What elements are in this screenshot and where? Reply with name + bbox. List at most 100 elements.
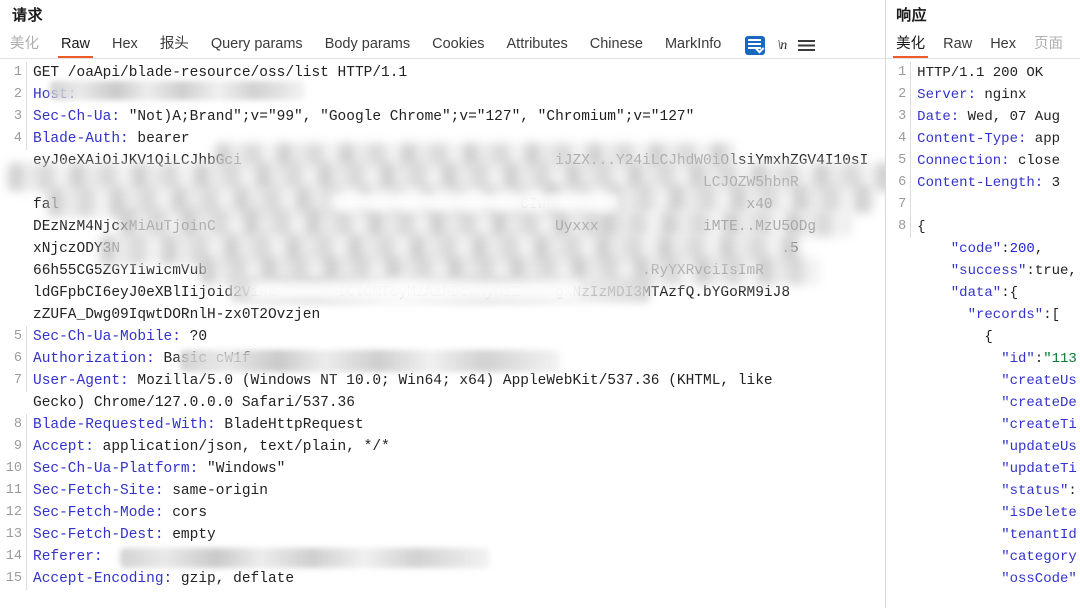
json-line: "category bbox=[886, 546, 1080, 568]
request-tabbar: 美化 Raw Hex 报头 Query params Body params C… bbox=[0, 30, 886, 59]
line-content: Server: nginx bbox=[917, 87, 1027, 103]
code-line: 2 Server: nginx bbox=[886, 84, 1080, 106]
line-content: "code":200, bbox=[950, 241, 1044, 257]
line-content: fal CIwM x40 bbox=[33, 197, 773, 213]
response-json-body: "code":200, "success":true, "data":{ "re… bbox=[886, 238, 1080, 590]
code-line: 3 Sec-Ch-Ua: "Not)A;Brand";v="99", "Goog… bbox=[0, 106, 885, 128]
code-line: 4 Content-Type: app bbox=[886, 128, 1080, 150]
request-panel-title: 请求 bbox=[12, 7, 44, 24]
code-line-token: zZUFA_Dwg09IqwtDORnlH-zx0T2Ovzjen bbox=[0, 304, 885, 326]
request-code-rows: 1 GET /oaApi/blade-resource/oss/list HTT… bbox=[0, 59, 885, 590]
json-line: "success":true, bbox=[886, 260, 1080, 282]
line-content: "id":"113 bbox=[1001, 351, 1077, 367]
response-tabbar: 美化 Raw Hex 页面 bbox=[886, 30, 1080, 59]
line-number: 14 bbox=[0, 546, 27, 568]
response-panel-title: 响应 bbox=[896, 7, 928, 24]
code-line: 6 Authorization: Basic cW1f bbox=[0, 348, 885, 370]
line-content: GET /oaApi/blade-resource/oss/list HTTP/… bbox=[33, 65, 408, 81]
tab-request-markinfo[interactable]: MarkInfo bbox=[665, 35, 721, 58]
json-line: "updateTi bbox=[886, 458, 1080, 480]
newline-icon[interactable]: \n bbox=[777, 38, 787, 54]
line-content: User-Agent: Mozilla/5.0 (Windows NT 10.0… bbox=[33, 373, 773, 389]
tab-request-body-params[interactable]: Body params bbox=[325, 35, 410, 58]
code-line: 12 Sec-Fetch-Mode: cors bbox=[0, 502, 885, 524]
menu-icon[interactable] bbox=[798, 39, 816, 52]
code-line: 8 Blade-Requested-With: BladeHttpRequest bbox=[0, 414, 885, 436]
tab-response-page[interactable]: 页面 bbox=[1034, 35, 1063, 58]
code-line: 1 HTTP/1.1 200 OK bbox=[886, 62, 1080, 84]
line-number: 7 bbox=[886, 194, 912, 216]
line-content: { bbox=[984, 329, 993, 345]
line-number: 5 bbox=[886, 150, 912, 172]
tab-request-cookies[interactable]: Cookies bbox=[432, 35, 484, 58]
line-content: Accept-Encoding: gzip, deflate bbox=[33, 571, 295, 587]
tab-request-headers[interactable]: 报头 bbox=[160, 35, 189, 58]
tab-request-chinese[interactable]: Chinese bbox=[590, 35, 643, 58]
tab-request-raw[interactable]: Raw bbox=[57, 35, 94, 58]
line-number: 1 bbox=[886, 62, 912, 84]
line-number: 9 bbox=[0, 436, 27, 458]
tab-request-hex[interactable]: Hex bbox=[112, 35, 138, 58]
code-line: 8 { bbox=[886, 216, 1080, 238]
line-number: 12 bbox=[0, 502, 27, 524]
code-line: 9 Accept: application/json, text/plain, … bbox=[0, 436, 885, 458]
code-line-token: 66h55CG5ZGYIiwicmVub .RyYXRvciIsImR bbox=[0, 260, 885, 282]
line-content: Authorization: Basic cW1f bbox=[33, 351, 251, 367]
json-line: "createTi bbox=[886, 414, 1080, 436]
tab-request-beautify[interactable]: 美化 bbox=[10, 35, 39, 58]
json-line: "tenantId bbox=[886, 524, 1080, 546]
line-content: DEzNzM4NjcxMiAuTjoinC Uyxxx iMTE..MzU5OD… bbox=[33, 219, 817, 235]
line-content: "data":{ bbox=[950, 285, 1019, 301]
code-line: 14 Referer: bbox=[0, 546, 885, 568]
code-line-token: eyJ0eXAiOiJKV1QiLCJhbGci iJZX...Y24iLCJh… bbox=[0, 150, 885, 172]
wrap-lines-icon[interactable] bbox=[745, 36, 766, 55]
line-content: xNjczODY3N .5 bbox=[33, 241, 799, 257]
line-number: 6 bbox=[0, 348, 27, 370]
json-line: "id":"113 bbox=[886, 348, 1080, 370]
line-number: 3 bbox=[0, 106, 27, 128]
http-inspector-window: 请求 美化 Raw Hex 报头 Query params Body param… bbox=[0, 0, 1080, 608]
line-content: Sec-Fetch-Dest: empty bbox=[33, 527, 216, 543]
json-line: "ossCode" bbox=[886, 568, 1080, 590]
code-line: 11 Sec-Fetch-Site: same-origin bbox=[0, 480, 885, 502]
code-line: 7 bbox=[886, 194, 1080, 216]
code-line: 13 Sec-Fetch-Dest: empty bbox=[0, 524, 885, 546]
json-line: "status": bbox=[886, 480, 1080, 502]
request-code-view[interactable]: 1 GET /oaApi/blade-resource/oss/list HTT… bbox=[0, 59, 886, 608]
line-number: 8 bbox=[886, 216, 912, 238]
line-content: Host: bbox=[33, 87, 77, 103]
tab-request-attributes[interactable]: Attributes bbox=[507, 35, 568, 58]
line-content: HTTP/1.1 200 OK bbox=[917, 65, 1044, 81]
tab-request-query-params[interactable]: Query params bbox=[211, 35, 303, 58]
json-line: "records":[ bbox=[886, 304, 1080, 326]
line-content: "success":true, bbox=[950, 263, 1077, 279]
code-line-token: ldGFpbCI6eyJ0eXBlIijoid2Vine ICIGMTcyMzA… bbox=[0, 282, 885, 304]
line-number: 4 bbox=[886, 128, 912, 150]
json-line: "createUs bbox=[886, 370, 1080, 392]
line-content: "tenantId bbox=[1001, 527, 1077, 543]
line-content: { bbox=[917, 219, 926, 235]
line-content: Accept: application/json, text/plain, */… bbox=[33, 439, 390, 455]
tab-response-hex[interactable]: Hex bbox=[990, 35, 1016, 58]
line-content: eyJ0eXAiOiJKV1QiLCJhbGci iJZX...Y24iLCJh… bbox=[33, 153, 869, 169]
code-line: 5 Connection: close bbox=[886, 150, 1080, 172]
line-number: 1 bbox=[0, 62, 27, 84]
response-code-view[interactable]: 1 HTTP/1.1 200 OK 2 Server: nginx 3 Date… bbox=[886, 59, 1080, 608]
tab-response-beautify[interactable]: 美化 bbox=[893, 35, 929, 58]
json-line: "code":200, bbox=[886, 238, 1080, 260]
json-line: { bbox=[886, 326, 1080, 348]
tab-response-raw[interactable]: Raw bbox=[943, 35, 972, 58]
line-content: Sec-Ch-Ua-Platform: "Windows" bbox=[33, 461, 286, 477]
response-code-rows: 1 HTTP/1.1 200 OK 2 Server: nginx 3 Date… bbox=[886, 59, 1080, 590]
json-line: "updateUs bbox=[886, 436, 1080, 458]
code-line-token: fal CIwM x40 bbox=[0, 194, 885, 216]
code-line-token: DEzNzM4NjcxMiAuTjoinC Uyxxx iMTE..MzU5OD… bbox=[0, 216, 885, 238]
line-content: Date: Wed, 07 Aug bbox=[917, 109, 1061, 125]
line-number: 13 bbox=[0, 524, 27, 546]
line-content: Connection: close bbox=[917, 153, 1061, 169]
code-line: 6 Content-Length: 3 bbox=[886, 172, 1080, 194]
line-content: "updateTi bbox=[1001, 461, 1077, 477]
line-content: ldGFpbCI6eyJ0eXBlIijoid2Vine ICIGMTcyMzA… bbox=[33, 285, 791, 301]
line-content: LCJOZW5hbnR bbox=[33, 175, 799, 191]
line-content: Gecko) Chrome/127.0.0.0 Safari/537.36 bbox=[33, 395, 355, 411]
